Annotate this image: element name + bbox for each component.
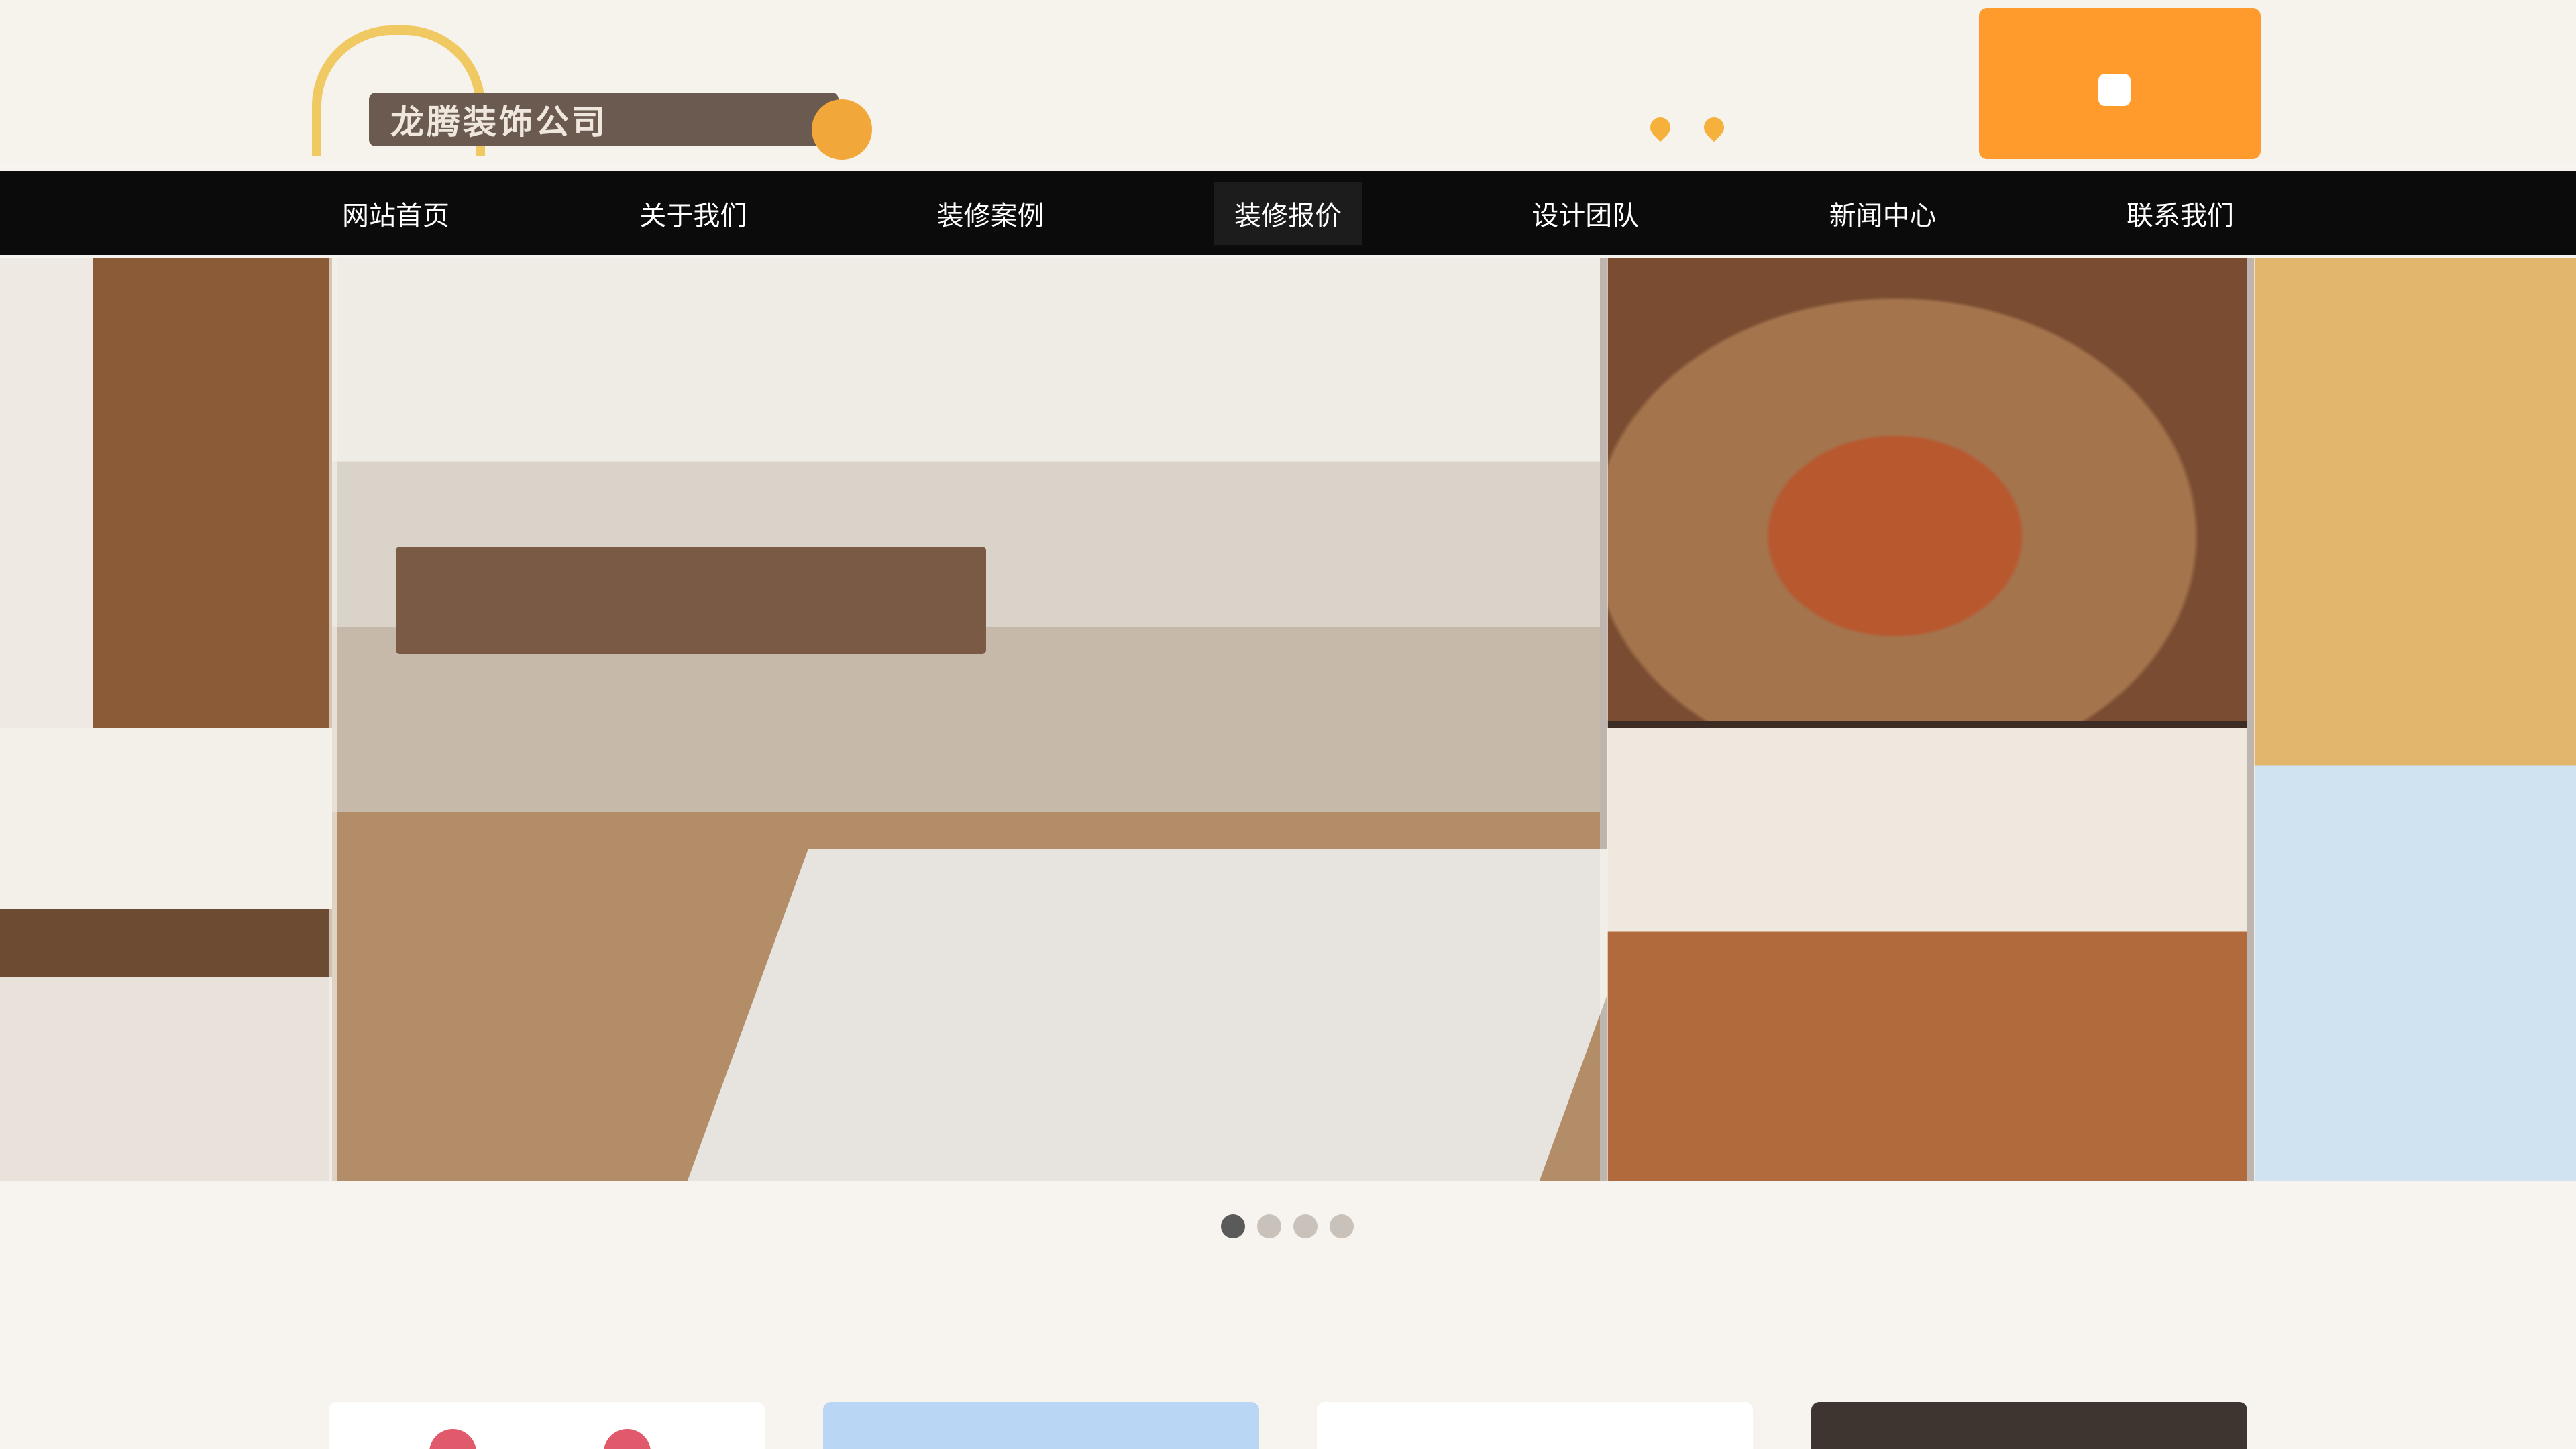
nav-item-contact[interactable]: 联系我们	[2106, 182, 2254, 245]
feature-card[interactable]	[1317, 1402, 1754, 1449]
slider-dot[interactable]	[1293, 1214, 1318, 1238]
page: 龙腾装饰公司 网站首页 关于我们 装修案例 装修报价 设计团队 新闻中心 联系我…	[0, 0, 2576, 1449]
slider-dot[interactable]	[1257, 1214, 1281, 1238]
logo-text: 龙腾装饰公司	[369, 93, 839, 146]
hero-image-study	[1607, 728, 2247, 1181]
nav-list: 网站首页 关于我们 装修案例 装修报价 设计团队 新闻中心 联系我们	[322, 171, 2254, 255]
nav-item-news[interactable]: 新闻中心	[1809, 182, 1957, 245]
nav-item-team[interactable]: 设计团队	[1511, 182, 1659, 245]
feature-card[interactable]	[329, 1402, 765, 1449]
slider-dot[interactable]	[1330, 1214, 1354, 1238]
hero-divider	[2247, 258, 2255, 1181]
location-pin-icon	[1699, 113, 1729, 142]
site-logo[interactable]: 龙腾装饰公司	[312, 25, 889, 163]
feature-cards	[329, 1402, 2247, 1449]
main-nav: 网站首页 关于我们 装修案例 装修报价 设计团队 新闻中心 联系我们	[0, 171, 2576, 255]
nav-item-quote[interactable]: 装修报价	[1214, 181, 1362, 245]
nav-item-home[interactable]: 网站首页	[322, 182, 470, 245]
hero-image-far-right	[2254, 258, 2576, 1181]
top-link-2[interactable]	[1699, 113, 1733, 142]
kitchen-counter-shape	[687, 849, 1661, 1181]
hero-divider	[329, 258, 337, 1181]
site-header: 龙腾装饰公司	[0, 0, 2576, 164]
nav-item-cases[interactable]: 装修案例	[917, 182, 1065, 245]
hero-divider	[1600, 258, 1608, 1181]
hero-image-main	[332, 258, 1661, 1181]
phone-icon	[2098, 73, 2131, 106]
slider-dot[interactable]	[1221, 1214, 1245, 1238]
logo-circle-icon	[812, 99, 872, 160]
nav-item-about[interactable]: 关于我们	[619, 182, 767, 245]
slider-pagination	[1221, 1214, 1354, 1238]
hotline-button[interactable]	[1979, 8, 2261, 159]
feature-card[interactable]	[1811, 1402, 2247, 1449]
kitchen-cabinet-shape	[396, 547, 986, 654]
hotline-phone	[2098, 73, 2141, 106]
hero-image-left	[0, 258, 332, 1181]
feature-card[interactable]	[822, 1402, 1259, 1449]
top-link-1[interactable]	[1646, 113, 1680, 142]
hero-image-living-room	[1607, 258, 2247, 721]
top-links	[1646, 107, 1758, 148]
decor-icon	[604, 1429, 651, 1449]
hero-banner[interactable]	[0, 258, 2576, 1181]
decor-icon	[429, 1429, 476, 1449]
location-pin-icon	[1646, 113, 1675, 142]
